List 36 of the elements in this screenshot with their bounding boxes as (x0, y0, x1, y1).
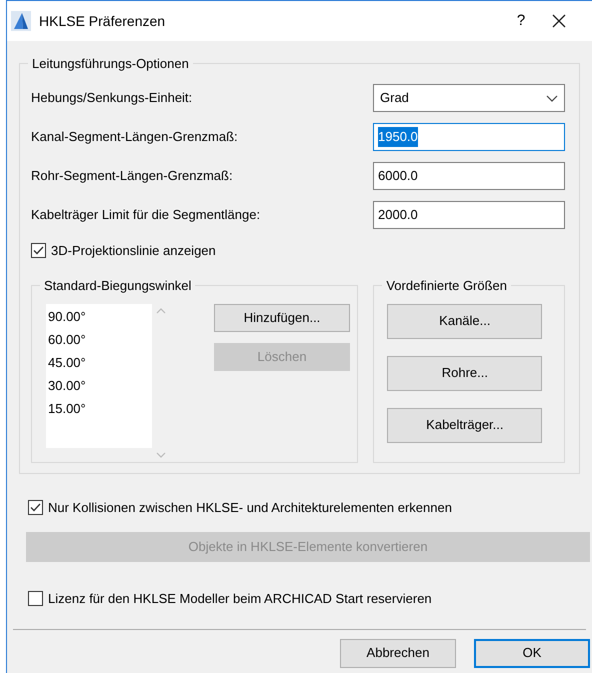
list-item[interactable]: 15.00° (48, 400, 150, 416)
dialog-button[interactable]: Rohre... (387, 356, 542, 390)
dialog-button[interactable]: Hinzufügen... (214, 304, 350, 332)
dropdown[interactable]: Grad (373, 84, 565, 112)
field-label: Hebungs/Senkungs-Einheit: (31, 89, 192, 108)
field-value: 6000.0 (378, 167, 418, 186)
checkbox-label: Lizenz für den HKLSE Modeller beim ARCHICAD Start reservieren (48, 590, 432, 608)
field-label: Rohr-Segment-Längen-Grenzmaß: (31, 167, 233, 186)
help-button[interactable]: ? (506, 10, 536, 32)
list-item[interactable]: 30.00° (48, 376, 150, 394)
checkbox[interactable] (28, 500, 43, 515)
list-item[interactable]: 60.00° (48, 330, 150, 348)
list-item[interactable]: 90.00° (48, 308, 150, 324)
dialog-button[interactable]: Kanäle... (387, 304, 542, 338)
dropdown-value: Grad (380, 89, 410, 108)
chevron-down-icon (546, 94, 558, 102)
field-label: Kabelträger Limit für die Segmentlänge: (31, 206, 260, 224)
checkbox-label: Nur Kollisionen zwischen HKLSE- und Architekturelementen erkennen (48, 498, 452, 516)
field-value: 1950.0 (378, 127, 418, 147)
dialog-button[interactable]: Kabelträger... (387, 408, 542, 442)
input-field[interactable]: 2000.0 (373, 201, 565, 229)
field-value: 2000.0 (378, 206, 418, 224)
check-icon (30, 502, 41, 512)
checkbox-label: 3D-Projektionslinie anzeigen (51, 242, 216, 260)
app-icon (11, 11, 31, 31)
checkbox[interactable] (31, 243, 46, 258)
dialog-button[interactable]: Abbrechen (340, 638, 456, 668)
field-label: Kanal-Segment-Längen-Grenzmaß: (31, 128, 238, 146)
close-icon (552, 14, 566, 28)
input-field[interactable]: 1950.0 (373, 123, 565, 151)
checkbox[interactable] (28, 591, 43, 606)
window-title: HKLSE Präferenzen (39, 12, 166, 30)
check-icon (33, 246, 44, 256)
dialog-button[interactable]: OK (474, 638, 590, 668)
input-field[interactable]: 6000.0 (373, 162, 565, 190)
list-item[interactable]: 45.00° (48, 354, 150, 370)
